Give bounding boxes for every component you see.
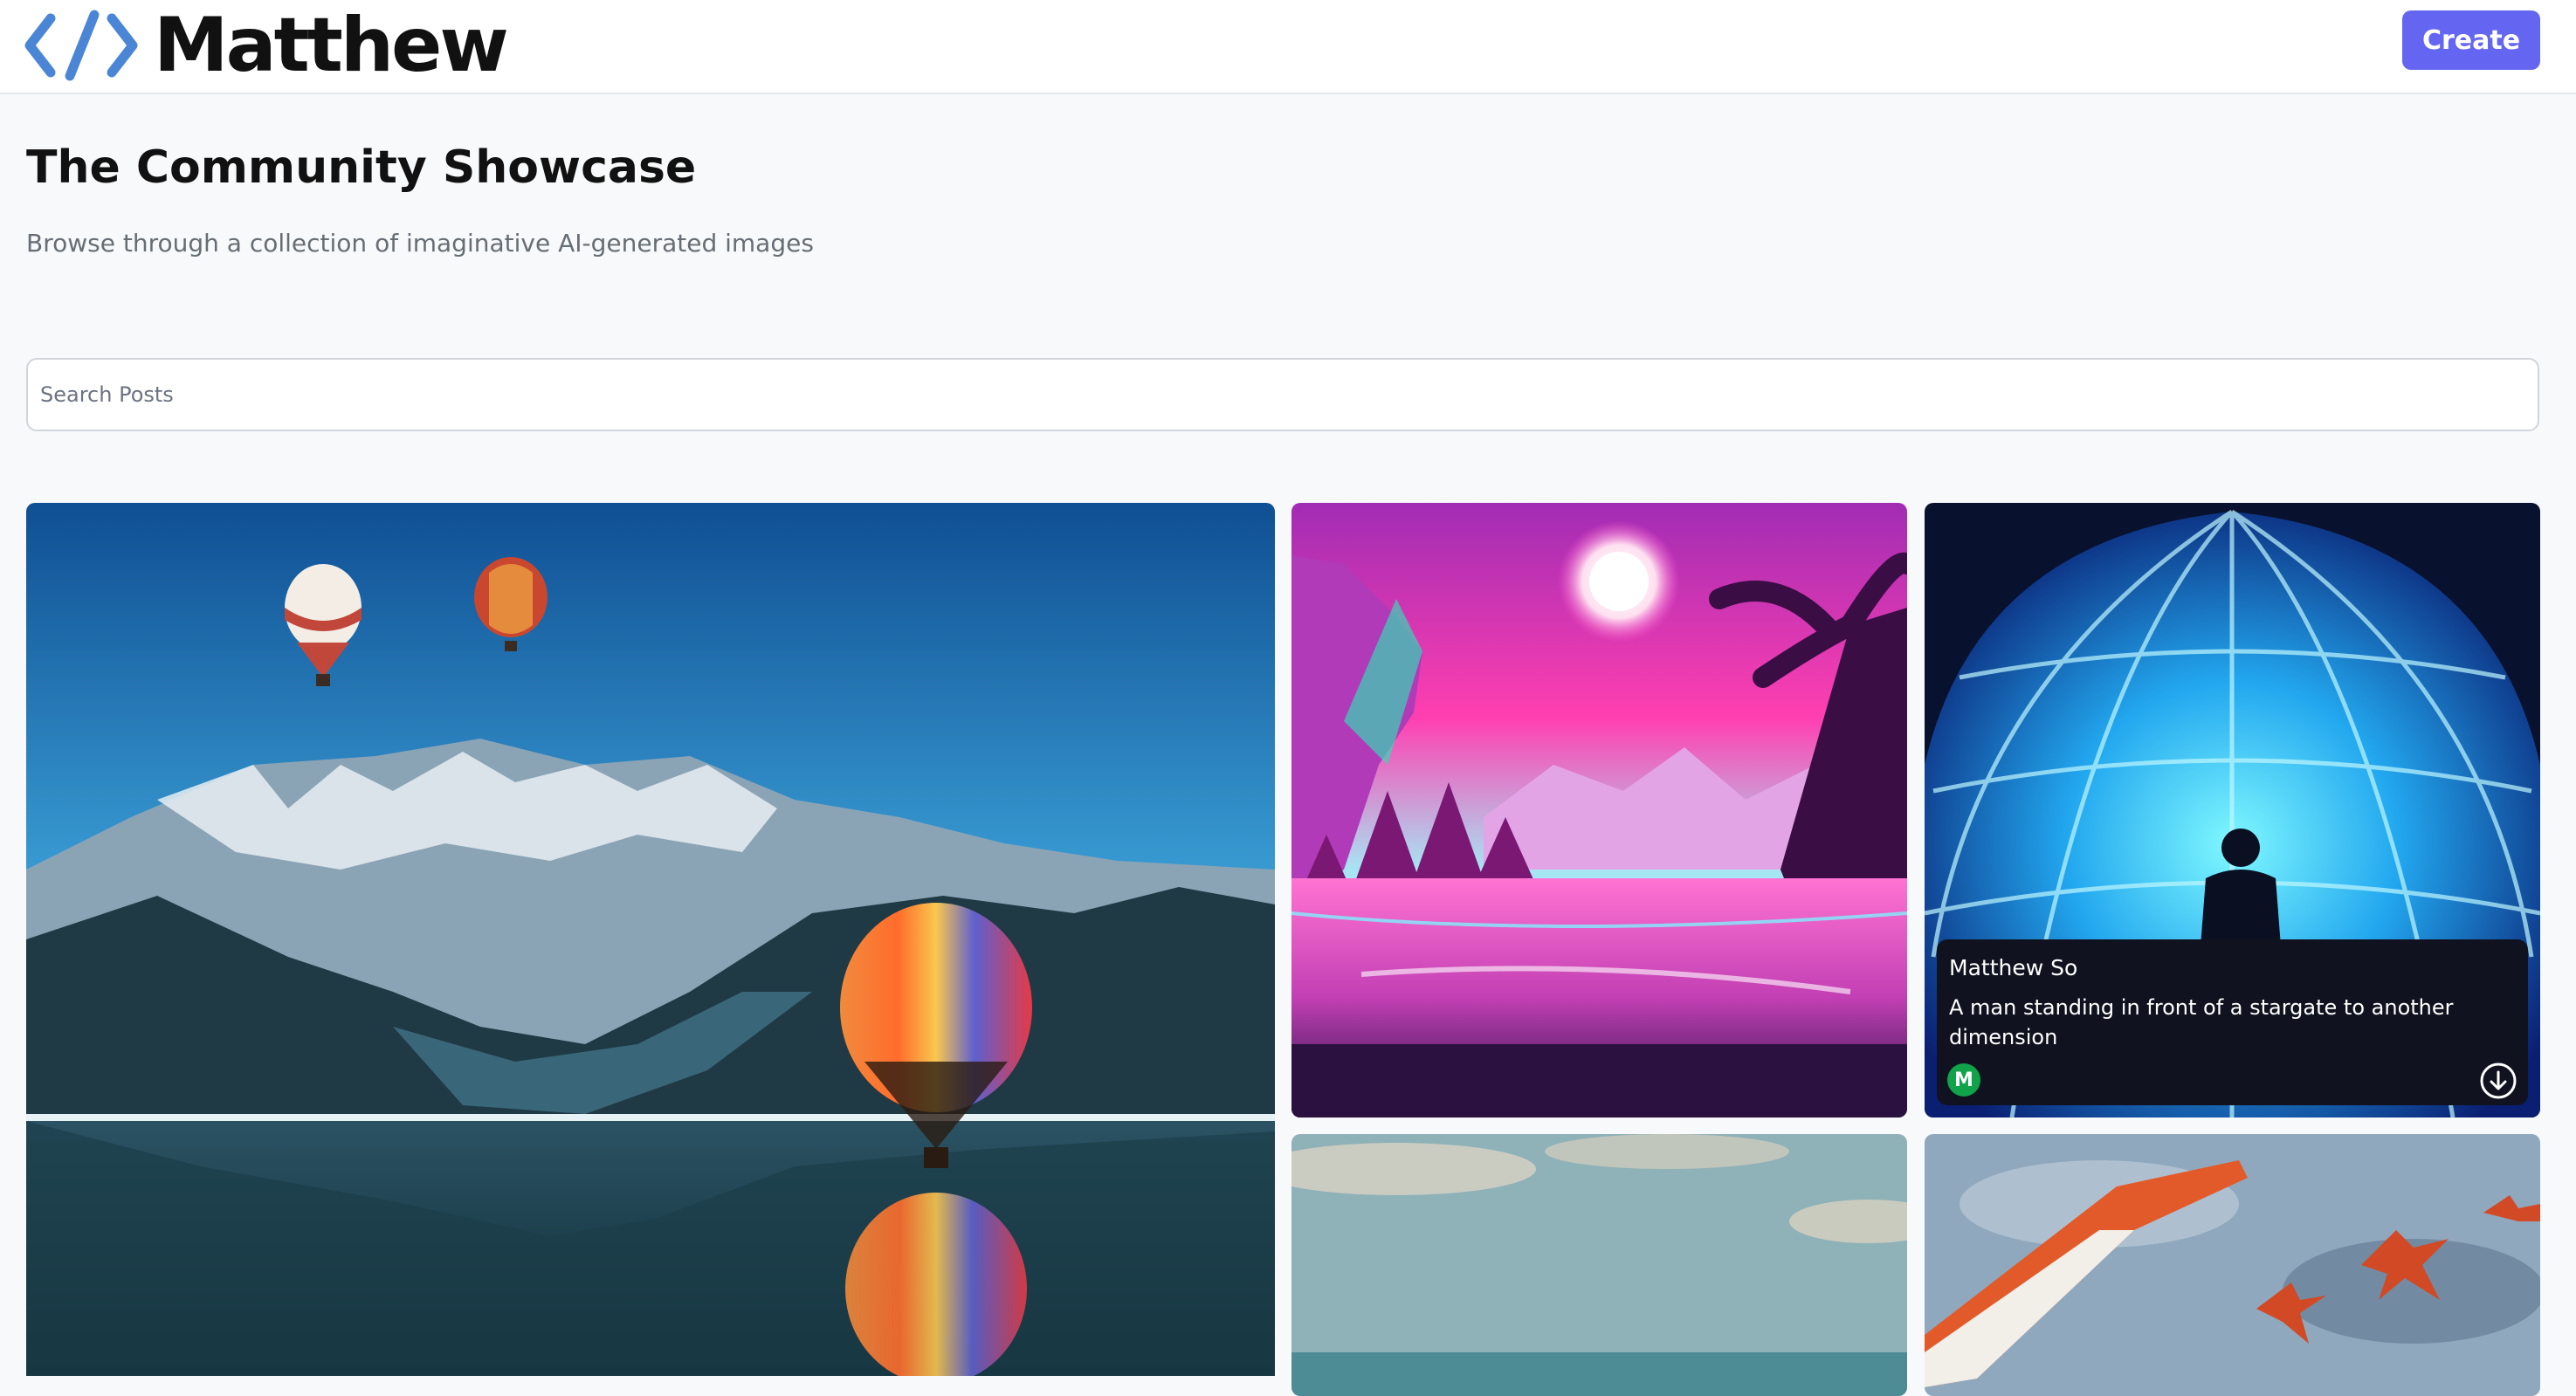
- code-brackets-icon: [24, 10, 138, 81]
- post-card-stargate[interactable]: Matthew So A man standing in front of a …: [1925, 503, 2540, 1117]
- download-icon: [2480, 1062, 2517, 1099]
- post-image: [26, 503, 1275, 1376]
- top-navbar: Matthew Create: [0, 0, 2576, 94]
- download-button[interactable]: [2479, 1062, 2517, 1100]
- post-card-spaceships[interactable]: [1925, 1134, 2540, 1396]
- post-author-name: Matthew So: [1949, 955, 2078, 980]
- post-card-cloudy-sky[interactable]: [1291, 1134, 1907, 1396]
- post-image: [1291, 503, 1907, 1117]
- post-prompt: A man standing in front of a stargate to…: [1949, 995, 2454, 1049]
- logo-text: Matthew: [154, 2, 509, 89]
- page-subtitle: Browse through a collection of imaginati…: [26, 229, 814, 258]
- post-hover-overlay: Matthew So A man standing in front of a …: [1937, 939, 2528, 1105]
- page-title: The Community Showcase: [26, 141, 697, 194]
- create-button[interactable]: Create: [2402, 10, 2540, 70]
- avatar: M: [1947, 1063, 1980, 1097]
- post-card-balloons[interactable]: [26, 503, 1275, 1376]
- search-input[interactable]: [26, 358, 2539, 431]
- post-card-synthwave[interactable]: [1291, 503, 1907, 1117]
- post-image: [1925, 1134, 2540, 1396]
- logo-link[interactable]: Matthew: [24, 2, 509, 89]
- post-image: [1291, 1134, 1907, 1396]
